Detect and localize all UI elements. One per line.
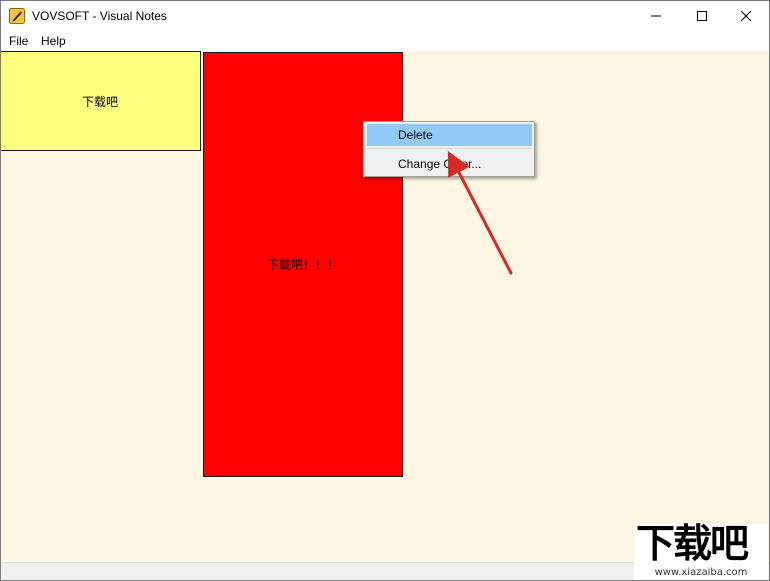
maximize-button[interactable]: [679, 1, 725, 31]
menu-bar: File Help: [1, 31, 769, 51]
minimize-button[interactable]: [633, 1, 679, 31]
context-menu: Delete Change Color...: [363, 121, 535, 177]
note-yellow[interactable]: 下载吧: [1, 51, 201, 151]
window-title: VOVSOFT - Visual Notes: [32, 9, 167, 23]
close-button[interactable]: [723, 1, 769, 31]
maximize-icon: [697, 11, 707, 21]
minimize-icon: [651, 15, 661, 17]
app-window: VOVSOFT - Visual Notes File Help 下载吧 下载吧…: [0, 0, 770, 581]
watermark-text: 下载吧: [636, 522, 749, 567]
context-menu-delete[interactable]: Delete: [367, 124, 532, 146]
note-text: 下载吧: [81, 94, 118, 109]
menu-help[interactable]: Help: [39, 34, 68, 48]
watermark-logo: 下载吧 www.xiazaiba.com: [634, 522, 768, 580]
menu-file[interactable]: File: [7, 34, 30, 48]
pencil-note-icon: [9, 8, 25, 24]
context-menu-change-color[interactable]: Change Color...: [367, 153, 532, 175]
watermark-url: www.xiazaiba.com: [654, 567, 748, 578]
note-red[interactable]: 下载吧！！！: [203, 52, 403, 477]
note-text: 下载吧！！！: [266, 258, 339, 272]
title-bar[interactable]: VOVSOFT - Visual Notes: [1, 1, 769, 31]
context-menu-separator: [367, 148, 532, 149]
close-icon: [740, 10, 752, 22]
